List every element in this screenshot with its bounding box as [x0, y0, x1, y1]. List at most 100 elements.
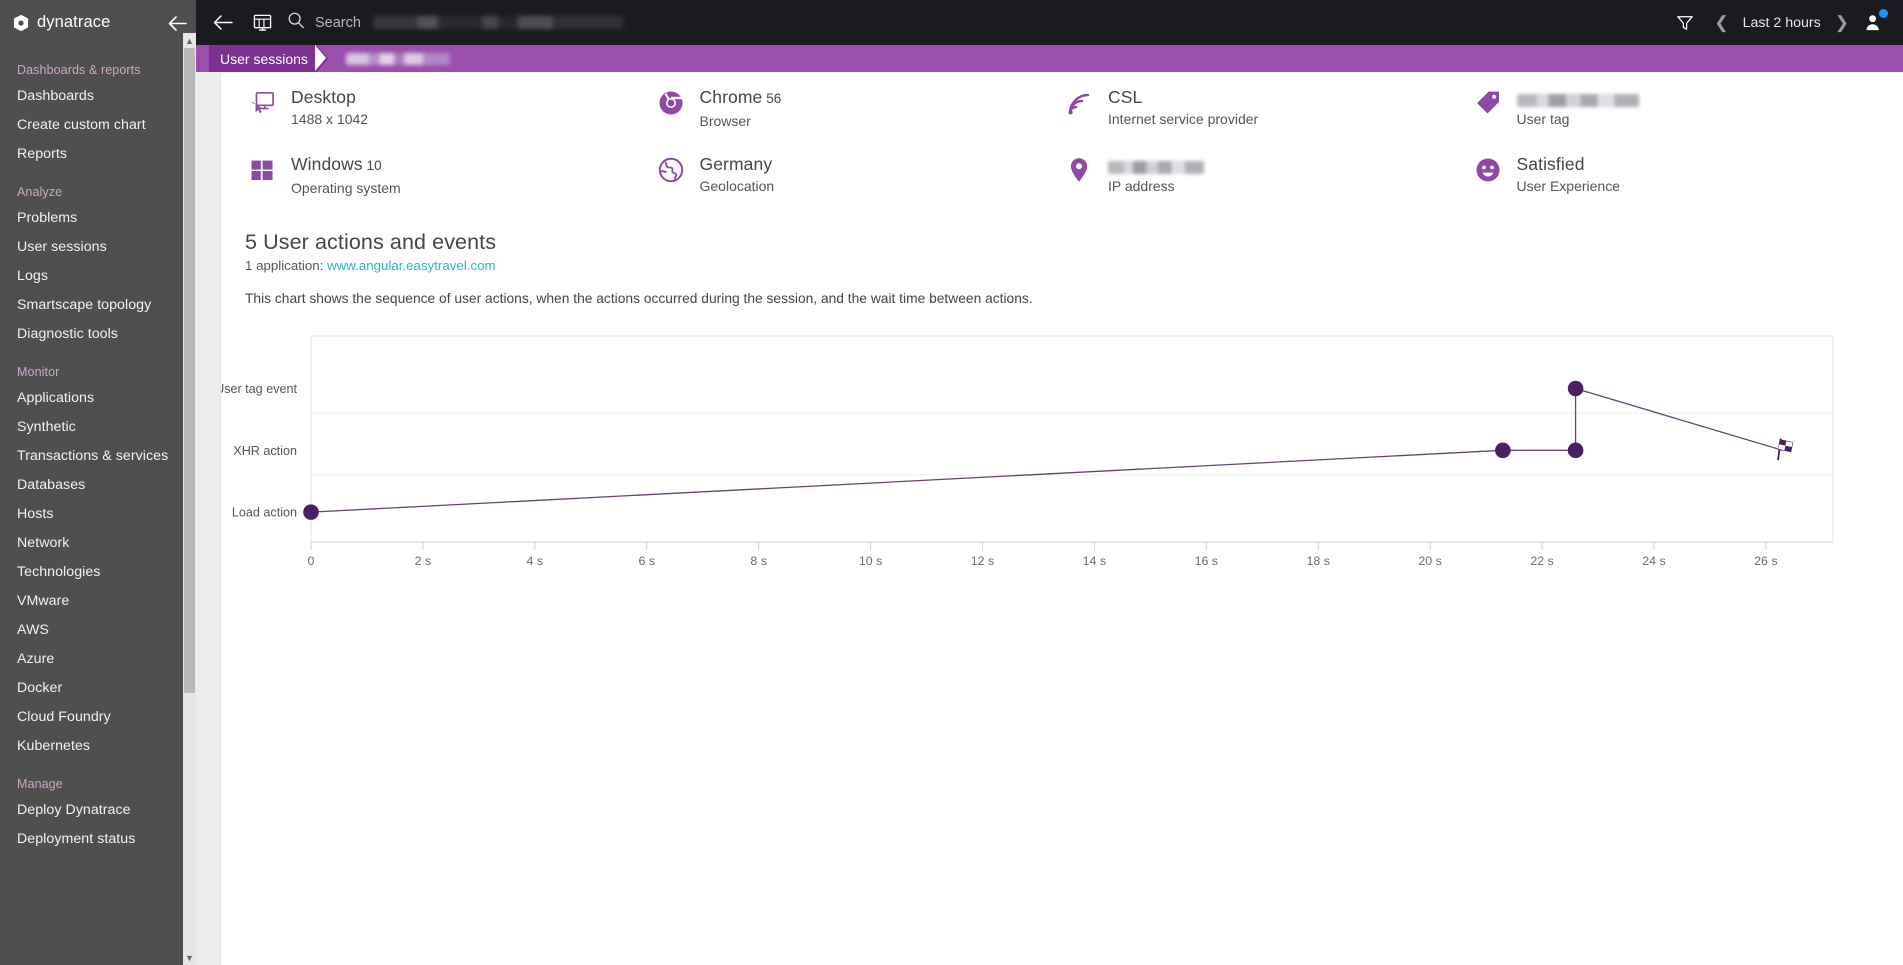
session-info-label: Operating system: [291, 180, 401, 196]
user-menu-button[interactable]: [1857, 0, 1891, 45]
session-info-text: Germany Geolocation: [700, 153, 775, 196]
top-bar-right: ❮ Last 2 hours ❯: [1664, 0, 1903, 45]
column-header-det: Deta ils: [1835, 608, 1879, 965]
sidebar-item-deployment-status[interactable]: Deployment status: [0, 824, 196, 853]
sidebar-item-reports[interactable]: Reports: [0, 139, 196, 168]
chart-y-tick-label: Load action: [232, 506, 297, 520]
session-info-value: Germany: [699, 154, 773, 174]
sidebar-item-applications[interactable]: Applications: [0, 383, 196, 412]
session-info-value: Satisfied: [1516, 154, 1585, 174]
sidebar-item-diagnostic-tools[interactable]: Diagnostic tools: [0, 319, 196, 348]
session-info-text: CSL Internet service provider: [1108, 86, 1258, 129]
chrome-icon: [656, 86, 686, 120]
session-info-text: IP address: [1108, 153, 1204, 196]
chart-data-point[interactable]: [1495, 442, 1511, 459]
session-info-card: IP address: [1062, 147, 1471, 204]
sidebar-item-user-sessions[interactable]: User sessions: [0, 232, 196, 261]
column-header-order[interactable]: Order▲: [245, 608, 295, 965]
sidebar-item-technologies[interactable]: Technologies: [0, 557, 196, 586]
dynatrace-logo-text: dynatrace: [37, 13, 111, 31]
sidebar-group-title: Monitor: [17, 365, 60, 379]
sidebar: dynatrace Dashboards & reports Dashboards…: [0, 0, 196, 965]
session-info-label: Browser: [699, 113, 751, 129]
next-timeframe-button[interactable]: ❯: [1827, 13, 1857, 33]
application-subtitle: 1 application: www.angular.easytravel.co…: [245, 258, 1879, 273]
column-header-dur[interactable]: Action duration▲▼: [1489, 608, 1613, 965]
sidebar-item-cloud-foundry[interactable]: Cloud Foundry: [0, 702, 196, 731]
chart-data-point[interactable]: [1567, 380, 1584, 397]
sidebar-item-create-custom-chart[interactable]: Create custom chart: [0, 110, 196, 139]
scrollbar-thumb[interactable]: [184, 48, 195, 693]
session-info-value: Windows 10: [291, 154, 382, 174]
session-info-card: User tag: [1471, 80, 1880, 137]
application-link[interactable]: www.angular.easytravel.com: [327, 258, 496, 273]
column-header-play: Play from: [1281, 608, 1393, 965]
user-actions-table-wrapper: Order▲Type▲▼User action▲▼Play fromConver…: [245, 608, 1879, 965]
sidebar-group-title: Manage: [17, 777, 63, 791]
sidebar-item-smartscape-topology[interactable]: Smartscape topology: [0, 290, 196, 319]
chart-plot-area: [310, 335, 1834, 543]
sidebar-item-databases[interactable]: Databases: [0, 470, 196, 499]
timeframe-selector[interactable]: Last 2 hours: [1737, 15, 1827, 31]
smiley-icon: [1473, 153, 1503, 187]
sidebar-item-docker[interactable]: Docker: [0, 673, 196, 702]
chart-y-tick-label: XHR action: [233, 444, 297, 458]
session-info-version: 10: [362, 158, 382, 173]
sidebar-header: dynatrace: [0, 0, 196, 45]
sidebar-item-deploy-dynatrace[interactable]: Deploy Dynatrace: [0, 795, 196, 824]
search-input[interactable]: Search: [315, 15, 361, 31]
redacted-value: [1516, 93, 1639, 107]
user-actions-section: 5 User actions and events 1 application:…: [221, 204, 1903, 306]
session-info-card: Satisfied User Experience: [1471, 147, 1880, 204]
filter-icon[interactable]: [1664, 0, 1706, 45]
table-head: Order▲Type▲▼User action▲▼Play fromConver…: [245, 608, 1879, 965]
sidebar-item-hosts[interactable]: Hosts: [0, 499, 196, 528]
session-info-text: Windows 10 Operating system: [291, 153, 401, 198]
search-bar[interactable]: Search: [287, 11, 1903, 34]
scroll-up-icon[interactable]: ▲: [183, 33, 196, 48]
column-header-action[interactable]: User action▲▼: [387, 608, 1281, 965]
session-info-label: Internet service provider: [1108, 111, 1259, 127]
sidebar-item-dashboards[interactable]: Dashboards: [0, 81, 196, 110]
sidebar-item-logs[interactable]: Logs: [0, 261, 196, 290]
dashboard-grid-icon[interactable]: [241, 0, 283, 45]
column-header-js[interactable]: JavaScript errors▲▼: [1613, 608, 1731, 965]
sidebar-item-synthetic[interactable]: Synthetic: [0, 412, 196, 441]
session-info-card: Chrome 56 Browser: [654, 80, 1063, 137]
previous-timeframe-button[interactable]: ❮: [1706, 13, 1736, 33]
column-header-conv[interactable]: Conversion▲▼: [1393, 608, 1489, 965]
sidebar-item-problems[interactable]: Problems: [0, 203, 196, 232]
chart-data-point[interactable]: [1567, 442, 1584, 459]
session-info-card: Desktop 1488 x 1042: [245, 80, 654, 137]
sidebar-item-vmware[interactable]: VMware: [0, 586, 196, 615]
breadcrumb-current-redacted: [345, 52, 450, 65]
breadcrumb-item-user-sessions[interactable]: User sessions: [209, 45, 317, 72]
session-info-text: Satisfied User Experience: [1517, 153, 1621, 196]
column-header-type[interactable]: Type▲▼: [294, 608, 388, 965]
sidebar-item-kubernetes[interactable]: Kubernetes: [0, 731, 196, 760]
chart-description: This chart shows the sequence of user ac…: [245, 291, 1033, 306]
sidebar-scrollbar[interactable]: ▲ ▼: [183, 33, 196, 965]
scroll-down-icon[interactable]: ▼: [183, 950, 196, 965]
pin-icon: [1064, 153, 1094, 187]
chart-x-tick-label: 6 s: [638, 554, 655, 568]
sidebar-item-azure[interactable]: Azure: [0, 644, 196, 673]
session-info-label: IP address: [1108, 178, 1175, 194]
content: Desktop 1488 x 1042 Chrome 56 Browser CSL Int…: [221, 72, 1903, 965]
user-action-sequence-chart: Load action XHR action User tag event 0 2 s 4…: [221, 330, 1903, 590]
sidebar-item-aws[interactable]: AWS: [0, 615, 196, 644]
column-header-apdex[interactable]: Apdex▲▼: [1731, 608, 1835, 965]
collapse-sidebar-button[interactable]: [166, 12, 188, 34]
sidebar-item-network[interactable]: Network: [0, 528, 196, 557]
chart-x-tick-label: 0: [308, 554, 315, 568]
session-info-value: Chrome 56: [699, 87, 782, 107]
sidebar-item-transactions-services[interactable]: Transactions & services: [0, 441, 196, 470]
back-button[interactable]: [205, 0, 241, 45]
content-area: Desktop 1488 x 1042 Chrome 56 Browser CSL Int…: [196, 72, 1903, 965]
chart-x-tick-label: 16 s: [1195, 554, 1218, 568]
tag-icon: [1473, 86, 1503, 120]
session-info-value: [1108, 154, 1204, 174]
breadcrumb: User sessions: [196, 45, 1903, 72]
chart-data-point[interactable]: [303, 504, 319, 520]
dynatrace-logo[interactable]: dynatrace: [12, 13, 110, 32]
